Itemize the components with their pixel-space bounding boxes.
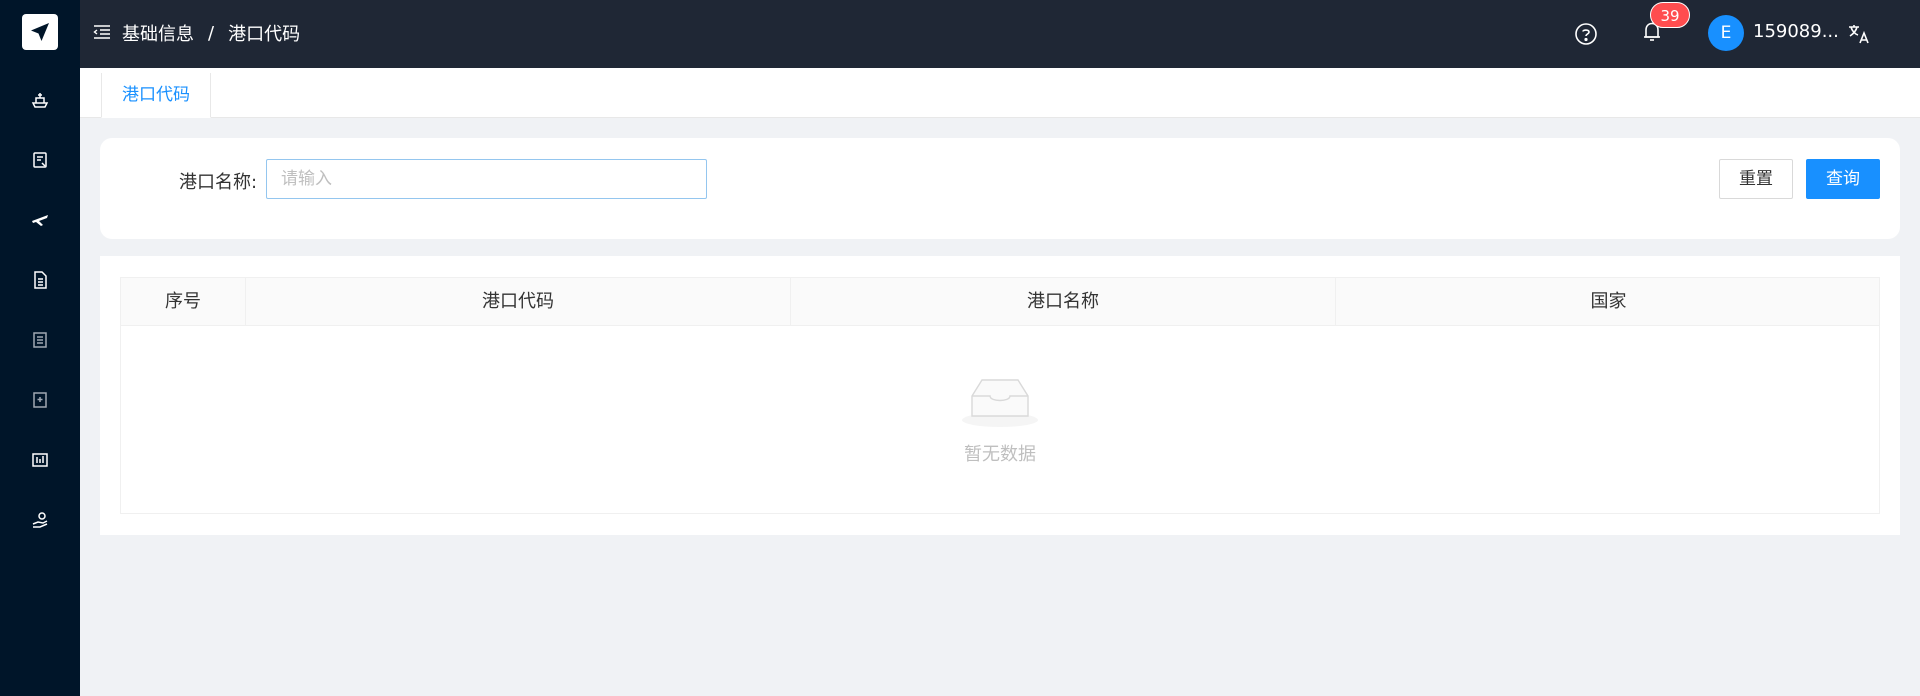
sidebar-item-finance[interactable] <box>28 508 52 532</box>
port-name-label: 港口名称: <box>179 172 258 193</box>
airplane-icon <box>32 215 48 226</box>
avatar[interactable]: E <box>1708 15 1744 51</box>
breadcrumb-port-code: 港口代码 <box>228 24 301 45</box>
menu-fold-icon[interactable] <box>93 23 111 41</box>
reset-button[interactable]: 重置 <box>1719 159 1793 199</box>
app-logo[interactable] <box>22 14 58 50</box>
paper-plane-icon <box>31 23 49 41</box>
notification-badge: 39 <box>1650 2 1690 28</box>
query-button[interactable]: 查询 <box>1806 159 1880 199</box>
column-header-country: 国家 <box>1590 291 1627 312</box>
sidebar-item-air[interactable] <box>28 208 52 232</box>
sidebar-item-documents[interactable] <box>28 268 52 292</box>
column-header-index: 序号 <box>121 278 246 326</box>
sidebar-item-reports[interactable] <box>28 448 52 472</box>
column-header-port-code: 港口代码 <box>246 278 791 326</box>
username[interactable]: 159089... <box>1753 21 1839 42</box>
tab-port-code[interactable]: 港口代码 <box>101 73 211 118</box>
bookmark-add-icon <box>33 392 47 408</box>
empty-state-text: 暂无数据 <box>964 444 1036 465</box>
sidebar-item-list[interactable] <box>28 328 52 352</box>
sidebar <box>0 0 80 696</box>
port-code-table: 序号 港口代码 港口名称 国家 暂无数据 <box>120 277 1880 514</box>
table-header: 序号 港口代码 港口名称 国家 <box>121 278 1879 326</box>
sidebar-item-shipping[interactable] <box>28 88 52 112</box>
search-form: 港口名称: 重置 查询 <box>100 138 1900 239</box>
tab-bar: 港口代码 <box>80 68 1920 118</box>
dashboard-icon <box>32 453 48 467</box>
breadcrumb-basic-info[interactable]: 基础信息 <box>122 20 194 46</box>
port-name-input[interactable] <box>266 159 707 199</box>
empty-inbox-icon <box>962 379 1038 427</box>
breadcrumb-separator: / <box>208 22 215 44</box>
list-icon <box>33 332 47 348</box>
translate-icon[interactable] <box>1847 22 1871 46</box>
column-header-port-name: 港口名称 <box>791 278 1336 326</box>
sidebar-item-bookmark[interactable] <box>28 388 52 412</box>
document-edit-icon <box>33 152 47 168</box>
file-text-icon <box>34 271 47 289</box>
breadcrumb: 基础信息 / 港口代码 <box>122 20 300 46</box>
table-card: 序号 港口代码 港口名称 国家 暂无数据 <box>100 256 1900 535</box>
help-icon[interactable] <box>1574 22 1598 46</box>
top-header: 基础信息 / 港口代码 39 E 159089... <box>80 0 1920 68</box>
hand-coin-icon <box>32 512 48 528</box>
sidebar-item-orders[interactable] <box>28 148 52 172</box>
ship-icon <box>31 93 49 108</box>
